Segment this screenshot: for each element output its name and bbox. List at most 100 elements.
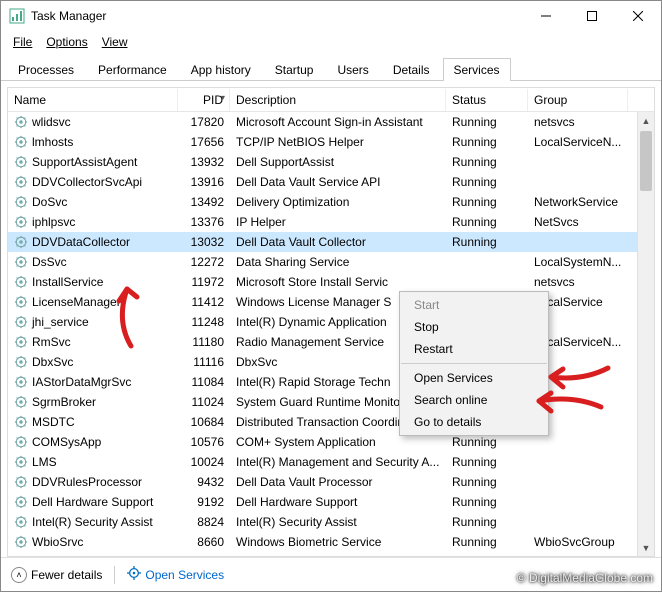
cell-status: Running xyxy=(446,534,528,550)
table-row[interactable]: LicenseManager11412Windows License Manag… xyxy=(8,292,654,312)
table-row[interactable]: DoSvc13492Delivery OptimizationRunningNe… xyxy=(8,192,654,212)
table-row[interactable]: SupportAssistAgent13932Dell SupportAssis… xyxy=(8,152,654,172)
cell-group: NetSvcs xyxy=(528,214,628,230)
cell-pid: 17820 xyxy=(178,114,230,130)
cell-group xyxy=(528,161,628,163)
cell-pid: 13032 xyxy=(178,234,230,250)
table-row[interactable]: IAStorDataMgrSvc11084Intel(R) Rapid Stor… xyxy=(8,372,654,392)
table-row[interactable]: DDVCollectorSvcApi13916Dell Data Vault S… xyxy=(8,172,654,192)
scroll-down-icon[interactable]: ▼ xyxy=(638,539,655,556)
cell-pid: 11116 xyxy=(178,354,230,370)
sort-indicator-icon: ▾ xyxy=(221,93,225,102)
table-row[interactable]: iphlpsvc13376IP HelperRunningNetSvcs xyxy=(8,212,654,232)
ctx-start[interactable]: Start xyxy=(400,294,548,316)
cell-description: TCP/IP NetBIOS Helper xyxy=(230,134,446,150)
table-row[interactable]: MSDTC10684Distributed Transaction Coordi… xyxy=(8,412,654,432)
table-row[interactable]: Dell Hardware Support9192Dell Hardware S… xyxy=(8,492,654,512)
service-icon xyxy=(14,355,28,369)
cell-description: Windows Biometric Service xyxy=(230,534,446,550)
cell-name: LMS xyxy=(8,454,178,471)
cell-group xyxy=(528,181,628,183)
cell-description: Dell SupportAssist xyxy=(230,154,446,170)
menu-file[interactable]: File xyxy=(7,33,38,51)
table-row[interactable]: TabletInputService7592Touch Keyboard and… xyxy=(8,552,654,556)
service-icon xyxy=(14,255,28,269)
scroll-thumb[interactable] xyxy=(640,131,652,191)
col-group[interactable]: Group xyxy=(528,89,628,111)
cell-pid: 11024 xyxy=(178,394,230,410)
ctx-restart[interactable]: Restart xyxy=(400,338,548,360)
tab-performance[interactable]: Performance xyxy=(87,58,178,81)
cell-status xyxy=(446,281,528,283)
cell-group xyxy=(528,501,628,503)
table-row[interactable]: DbxSvc11116DbxSvc xyxy=(8,352,654,372)
table-row[interactable]: InstallService11972Microsoft Store Insta… xyxy=(8,272,654,292)
table-row[interactable]: COMSysApp10576COM+ System ApplicationRun… xyxy=(8,432,654,452)
ctx-go-to-details[interactable]: Go to details xyxy=(400,411,548,433)
open-services-label: Open Services xyxy=(145,568,224,582)
statusbar: ˄ Fewer details Open Services xyxy=(1,557,661,591)
cell-name: DoSvc xyxy=(8,194,178,211)
maximize-button[interactable] xyxy=(569,1,615,31)
menu-view[interactable]: View xyxy=(96,33,134,51)
cell-status: Running xyxy=(446,494,528,510)
cell-pid: 11412 xyxy=(178,294,230,310)
close-button[interactable] xyxy=(615,1,661,31)
ctx-open-services[interactable]: Open Services xyxy=(400,367,548,389)
menu-options[interactable]: Options xyxy=(40,33,93,51)
vertical-scrollbar[interactable]: ▲ ▼ xyxy=(637,112,654,556)
cell-description: Dell Hardware Support xyxy=(230,494,446,510)
tab-users[interactable]: Users xyxy=(326,58,379,81)
table-row[interactable]: LMS10024Intel(R) Management and Security… xyxy=(8,452,654,472)
minimize-button[interactable] xyxy=(523,1,569,31)
ctx-search-online[interactable]: Search online xyxy=(400,389,548,411)
service-icon xyxy=(14,415,28,429)
table-row[interactable]: WbioSrvc8660Windows Biometric ServiceRun… xyxy=(8,532,654,552)
task-manager-window: Task Manager File Options View Processes… xyxy=(0,0,662,592)
table-row[interactable]: lmhosts17656TCP/IP NetBIOS HelperRunning… xyxy=(8,132,654,152)
cell-status: Running xyxy=(446,554,528,556)
tab-processes[interactable]: Processes xyxy=(7,58,85,81)
window-title: Task Manager xyxy=(31,9,523,23)
cell-description: Dell Data Vault Processor xyxy=(230,474,446,490)
cell-status: Running xyxy=(446,174,528,190)
scroll-track[interactable] xyxy=(638,129,654,539)
table-row[interactable]: RmSvc11180Radio Management ServiceLocalS… xyxy=(8,332,654,352)
app-icon xyxy=(9,8,25,24)
col-description[interactable]: Description xyxy=(230,89,446,111)
tab-details[interactable]: Details xyxy=(382,58,441,81)
open-services-link[interactable]: Open Services xyxy=(127,566,224,583)
services-grid: Name PID▾ Description Status Group wlids… xyxy=(7,87,655,557)
table-row[interactable]: DDVRulesProcessor9432Dell Data Vault Pro… xyxy=(8,472,654,492)
tab-services[interactable]: Services xyxy=(443,58,511,81)
cell-pid: 11972 xyxy=(178,274,230,290)
scroll-up-icon[interactable]: ▲ xyxy=(638,112,655,129)
table-row[interactable]: DsSvc12272Data Sharing ServiceLocalSyste… xyxy=(8,252,654,272)
cell-name: Dell Hardware Support xyxy=(8,494,178,511)
cell-name: iphlpsvc xyxy=(8,214,178,231)
statusbar-separator xyxy=(114,566,115,584)
table-row[interactable]: DDVDataCollector13032Dell Data Vault Col… xyxy=(8,232,654,252)
cell-group xyxy=(528,521,628,523)
content-area: Name PID▾ Description Status Group wlids… xyxy=(1,81,661,557)
cell-group xyxy=(528,241,628,243)
fewer-details-button[interactable]: ˄ Fewer details xyxy=(11,567,102,583)
tab-app-history[interactable]: App history xyxy=(180,58,262,81)
table-row[interactable]: Intel(R) Security Assist8824Intel(R) Sec… xyxy=(8,512,654,532)
cell-status: Running xyxy=(446,474,528,490)
tab-startup[interactable]: Startup xyxy=(264,58,325,81)
col-pid[interactable]: PID▾ xyxy=(178,89,230,111)
table-row[interactable]: wlidsvc17820Microsoft Account Sign-in As… xyxy=(8,112,654,132)
table-row[interactable]: jhi_service11248Intel(R) Dynamic Applica… xyxy=(8,312,654,332)
cell-description: Microsoft Account Sign-in Assistant xyxy=(230,114,446,130)
cell-pid: 11248 xyxy=(178,314,230,330)
service-icon xyxy=(14,495,28,509)
service-icon xyxy=(14,455,28,469)
ctx-stop[interactable]: Stop xyxy=(400,316,548,338)
col-name[interactable]: Name xyxy=(8,89,178,111)
window-controls xyxy=(523,1,661,31)
cell-group: WbioSvcGroup xyxy=(528,534,628,550)
cell-description: Intel(R) Management and Security A... xyxy=(230,454,446,470)
col-status[interactable]: Status xyxy=(446,89,528,111)
table-row[interactable]: SgrmBroker11024System Guard Runtime Moni… xyxy=(8,392,654,412)
